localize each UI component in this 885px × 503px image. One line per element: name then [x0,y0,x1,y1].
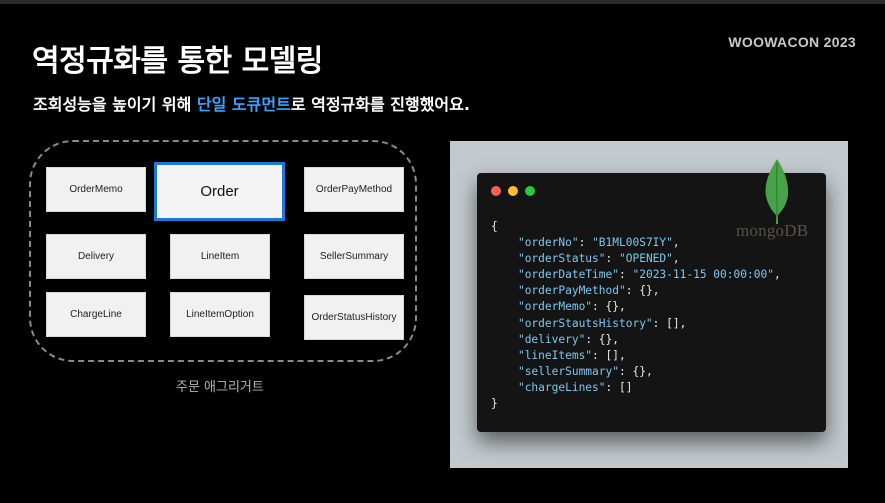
json-field-line: "sellerSummary": {}, [517,364,653,378]
window-maximize-dot [525,186,535,196]
json-field-value: "OPENED" [619,252,673,266]
json-field-key: "lineItems" [517,348,593,362]
json-field-key: "orderStautsHistory" [517,316,653,330]
json-field-line: "orderNo": "B1ML00S7IY", [517,236,680,250]
json-field-value: "B1ML00S7IY" [592,236,673,250]
json-fields: "orderNo": "B1ML00S7IY", "orderStatus": … [491,236,781,394]
json-field-key: "orderNo" [517,236,579,250]
json-field-line: "orderPayMethod": {}, [517,284,660,298]
entity-line-item: LineItem [170,234,270,279]
slide-subtitle: 조회성능을 높이기 위해 단일 도큐먼트로 역정규화를 진행했어요. [33,91,470,115]
json-field-value: [] [666,316,680,330]
json-field-line: "orderMemo": {}, [517,300,626,314]
subtitle-highlight: 단일 도큐먼트 [196,95,291,114]
entity-order-status-history: OrderStatusHistory [304,295,404,340]
json-field-line: "chargeLines": [] [517,380,633,394]
json-field-key: "chargeLines" [517,380,606,394]
top-bar [0,0,885,4]
json-field-key: "orderStatus" [517,252,606,266]
aggregate-caption: 주문 애그리거트 [176,380,264,395]
window-close-dot [491,186,501,196]
json-field-line: "delivery": {}, [517,332,620,346]
json-field-line: "orderDateTime": "2023-11-15 00:00:00", [517,268,781,282]
json-field-key: "sellerSummary" [517,364,619,378]
json-field-value: {} [639,284,653,298]
entity-order-memo: OrderMemo [46,167,146,212]
subtitle-text-after: 로 역정규화를 진행했어요. [290,95,470,114]
json-field-value: {} [605,300,620,314]
json-open-brace: { [491,220,498,233]
json-field-value: "2023-11-15 00:00:00" [632,268,774,282]
entity-line-item-option: LineItemOption [170,292,270,337]
entity-seller-summary: SellerSummary [304,234,404,279]
json-field-line: "orderStatus": "OPENED", [517,252,680,266]
entity-order-pay-method: OrderPayMethod [304,167,404,212]
entity-order-root: Order [154,162,285,221]
entity-delivery: Delivery [46,234,146,279]
json-document: { "orderNo": "B1ML00S7IY", "orderStatus"… [491,219,781,412]
json-field-value: {} [632,364,646,378]
json-field-value: {} [598,332,613,346]
json-field-key: "orderDateTime" [517,268,619,282]
json-field-line: "orderStautsHistory": [], [517,316,687,330]
mongodb-wordmark: mongoDB [736,221,809,240]
json-field-key: "orderMemo" [517,300,593,314]
subtitle-text-before: 조회성능을 높이기 위해 [33,95,197,114]
brand-label: WOOWACON 2023 [728,34,856,50]
mongodb-leaf-icon [765,159,789,224]
json-field-key: "orderPayMethod" [517,284,626,298]
json-field-value: [] [619,380,633,394]
json-field-key: "delivery" [517,332,586,346]
entity-charge-line: ChargeLine [46,292,146,337]
json-field-line: "lineItems": [], [517,348,626,362]
json-field-value: [] [605,348,620,362]
mongodb-logo: mongoDB [736,158,820,242]
window-minimize-dot [508,186,518,196]
json-close-brace: } [491,397,498,411]
slide-title: 역정규화를 통한 모델링 [32,44,323,79]
